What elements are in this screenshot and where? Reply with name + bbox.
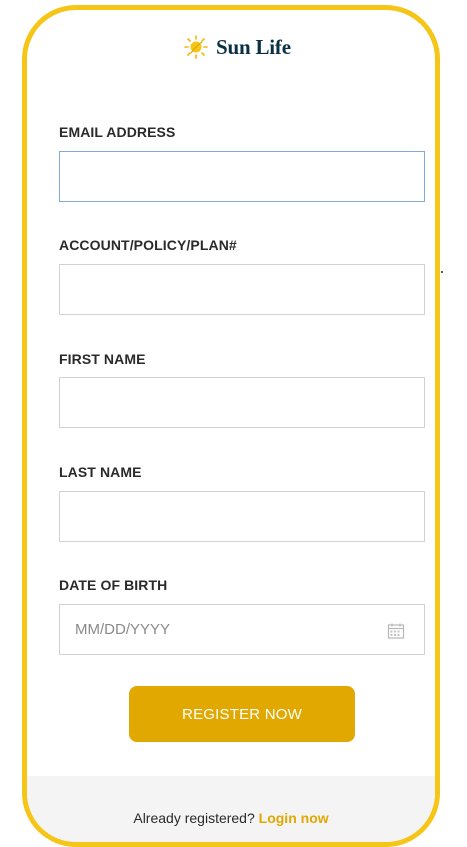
footer-text: Already registered? Login now bbox=[27, 810, 435, 826]
login-now-link[interactable]: Login now bbox=[259, 810, 329, 826]
calendar-icon[interactable] bbox=[387, 622, 405, 640]
registration-card: Sun Life EMAIL ADDRESS ACCOUNT/POLICY/PL… bbox=[22, 5, 440, 847]
already-registered-text: Already registered? bbox=[133, 810, 255, 826]
stray-dot bbox=[441, 271, 443, 273]
email-label: EMAIL ADDRESS bbox=[59, 124, 176, 140]
account-label: ACCOUNT/POLICY/PLAN# bbox=[59, 237, 237, 253]
last-name-label: LAST NAME bbox=[59, 464, 142, 480]
sun-life-logo: Sun Life bbox=[182, 32, 291, 62]
dob-label: DATE OF BIRTH bbox=[59, 577, 168, 593]
brand-name: Sun Life bbox=[216, 34, 291, 59]
first-name-field[interactable] bbox=[59, 377, 425, 428]
last-name-field[interactable] bbox=[59, 491, 425, 542]
account-field[interactable] bbox=[59, 264, 425, 315]
sun-icon bbox=[184, 35, 208, 59]
email-field[interactable] bbox=[59, 151, 425, 202]
first-name-label: FIRST NAME bbox=[59, 351, 146, 367]
footer: Already registered? Login now bbox=[27, 776, 435, 842]
dob-field[interactable] bbox=[59, 604, 425, 655]
register-now-button[interactable]: REGISTER NOW bbox=[129, 686, 355, 742]
